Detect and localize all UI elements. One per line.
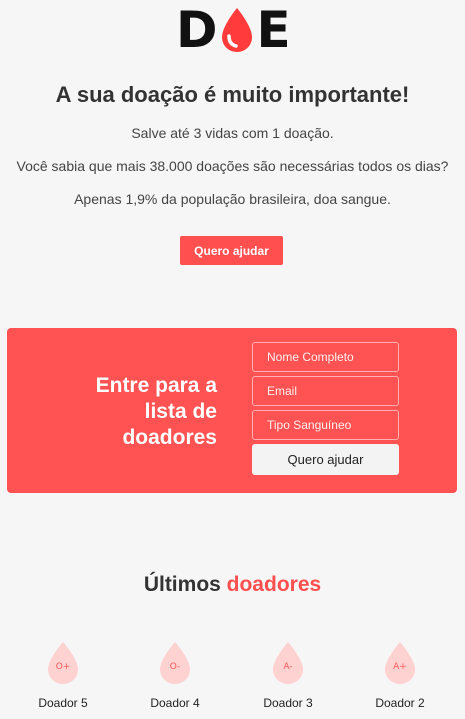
donor-card: A- Doador 3 xyxy=(243,640,333,710)
donor-blood-type: A+ xyxy=(393,662,407,672)
site-logo: D E xyxy=(176,1,291,59)
donor-name: Doador 5 xyxy=(38,696,88,710)
donor-blood-type: O+ xyxy=(55,662,71,672)
latest-donors-title-prefix: Últimos xyxy=(143,573,227,596)
logo-letter-e: E xyxy=(256,1,291,59)
donor-signup-panel: Entre para a lista de doadores Quero aju… xyxy=(7,328,457,493)
latest-donors-title: Últimos doadores xyxy=(0,573,465,597)
blood-drop-icon: O+ xyxy=(45,640,81,686)
full-name-input[interactable] xyxy=(252,342,399,372)
donor-blood-type: O- xyxy=(169,662,181,672)
latest-donors-title-accent: doadores xyxy=(226,573,322,596)
blood-drop-icon xyxy=(221,8,252,52)
blood-drop-icon: O- xyxy=(157,640,193,686)
donor-card: O- Doador 4 xyxy=(130,640,220,710)
email-input[interactable] xyxy=(252,376,399,406)
page-title: A sua doação é muito importante! xyxy=(55,82,410,107)
hero-line-daily-donations: Você sabia que mais 38.000 doações são n… xyxy=(16,158,449,174)
donor-card: O+ Doador 5 xyxy=(18,640,108,710)
signup-title: Entre para a lista de doadores xyxy=(95,374,217,449)
donor-blood-type: A- xyxy=(283,662,293,672)
logo-letter-d: D xyxy=(176,1,218,59)
blood-drop-icon: A- xyxy=(270,640,306,686)
donor-name: Doador 3 xyxy=(263,696,313,710)
donor-name: Doador 2 xyxy=(375,696,425,710)
help-button[interactable]: Quero ajudar xyxy=(180,236,283,265)
signup-submit-button[interactable]: Quero ajudar xyxy=(252,444,399,475)
donor-card: A+ Doador 2 xyxy=(355,640,445,710)
blood-type-input[interactable] xyxy=(252,410,399,440)
hero-line-population: Apenas 1,9% da população brasileira, doa… xyxy=(74,191,391,207)
donor-name: Doador 4 xyxy=(150,696,200,710)
blood-drop-icon: A+ xyxy=(382,640,418,686)
hero-line-lives: Salve até 3 vidas com 1 doação. xyxy=(131,125,334,141)
